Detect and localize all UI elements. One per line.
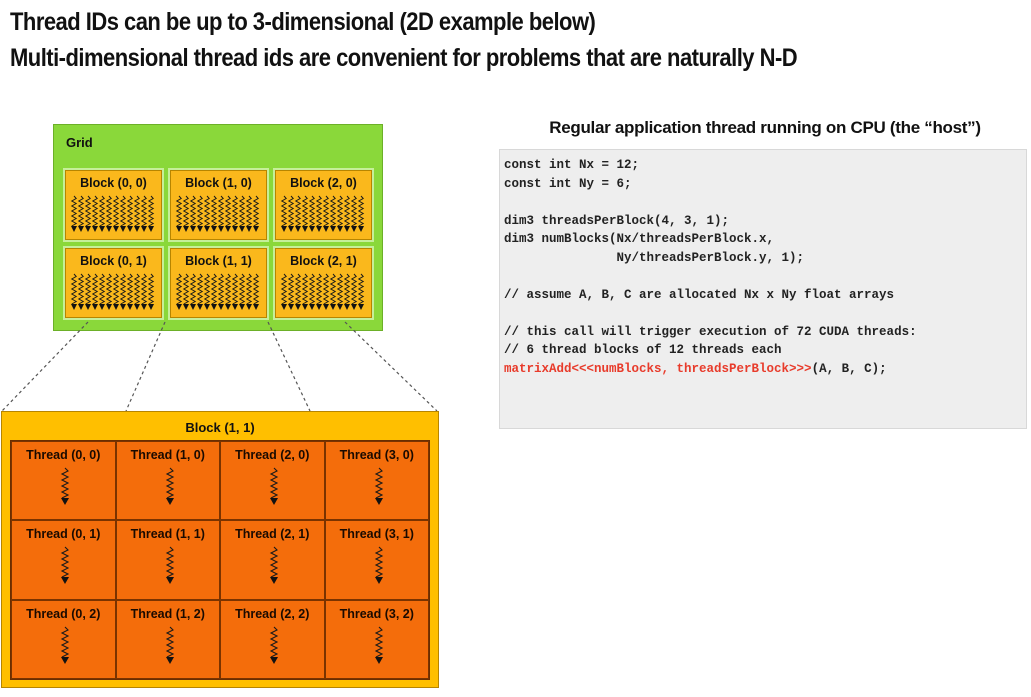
thread-cell: Thread (1, 1) <box>115 520 220 600</box>
thread-squiggle-icon <box>165 626 174 664</box>
thread-cell: Thread (3, 2) <box>324 599 429 679</box>
expanded-block: Block (1, 1) Thread (0, 0) Thread (1, 0)… <box>1 411 439 688</box>
thread-squiggle-icon <box>269 467 279 505</box>
code-line: // 6 thread blocks of 12 threads each <box>504 343 782 357</box>
thread-label: Thread (2, 1) <box>235 527 310 542</box>
thread-squiggle-icon <box>60 546 70 585</box>
code-line: // assume A, B, C are allocated Nx x Ny … <box>504 287 895 302</box>
thread-label: Thread (3, 0) <box>339 448 414 462</box>
code-line: const int Nx = 12; <box>504 158 640 172</box>
code-line: dim3 threadsPerBlock(4, 3, 1); <box>504 213 730 228</box>
thread-label: Thread (1, 1) <box>130 527 205 542</box>
thread-squiggle-icon <box>374 626 383 664</box>
thread-cell: Thread (3, 0) <box>324 441 429 521</box>
thread-cell: Thread (0, 2) <box>11 599 116 679</box>
thread-cell: Thread (2, 1) <box>220 520 325 600</box>
thread-cell: Thread (0, 0) <box>11 441 116 521</box>
code-line: Ny/threadsPerBlock.y, 1); <box>504 250 805 265</box>
kernel-launch-args: (A, B, C); <box>811 361 887 376</box>
thread-label: Thread (0, 0) <box>26 448 101 462</box>
expanded-block-label: Block (1, 1) <box>185 420 255 435</box>
thread-label: Thread (1, 2) <box>130 606 205 621</box>
thread-squiggle-icon <box>60 626 70 664</box>
thread-label: Thread (0, 2) <box>26 606 101 621</box>
thread-label: Thread (0, 1) <box>26 527 101 542</box>
kernel-launch-line: matrixAdd<<<numBlocks, threadsPerBlock>>… <box>504 360 1022 379</box>
thread-cell: Thread (0, 1) <box>11 520 116 600</box>
thread-label: Thread (2, 0) <box>235 448 310 462</box>
thread-label: Thread (3, 1) <box>339 527 414 542</box>
thread-squiggle-icon <box>269 626 279 664</box>
thread-grid: Thread (0, 0) Thread (1, 0) Thread (2, 0… <box>10 440 430 680</box>
thread-cell: Thread (3, 1) <box>324 520 429 600</box>
thread-squiggle-icon <box>165 467 174 505</box>
thread-label: Thread (2, 2) <box>235 606 310 621</box>
code-panel-title: Regular application thread running on CP… <box>549 118 981 137</box>
code-line: // this call will trigger execution of 7… <box>504 324 917 339</box>
thread-squiggle-icon <box>165 546 174 585</box>
thread-label: Thread (3, 2) <box>339 606 414 621</box>
thread-label: Thread (1, 0) <box>130 448 205 462</box>
thread-cell: Thread (1, 0) <box>115 441 220 521</box>
thread-squiggle-icon <box>374 546 383 585</box>
kernel-launch-call: matrixAdd<<<numBlocks, threadsPerBlock>>… <box>504 361 812 376</box>
thread-squiggle-icon <box>374 467 383 505</box>
thread-cell: Thread (2, 0) <box>220 441 325 521</box>
thread-squiggle-icon <box>60 467 70 505</box>
thread-cell: Thread (2, 2) <box>220 599 325 679</box>
thread-squiggle-icon <box>269 546 279 585</box>
code-panel: const int Nx = 12; const int Ny = 6; dim… <box>499 149 1027 429</box>
code-line: dim3 numBlocks(Nx/threadsPerBlock.x, <box>504 232 775 246</box>
thread-cell: Thread (1, 2) <box>115 599 220 679</box>
code-line: const int Ny = 6; <box>504 176 632 191</box>
